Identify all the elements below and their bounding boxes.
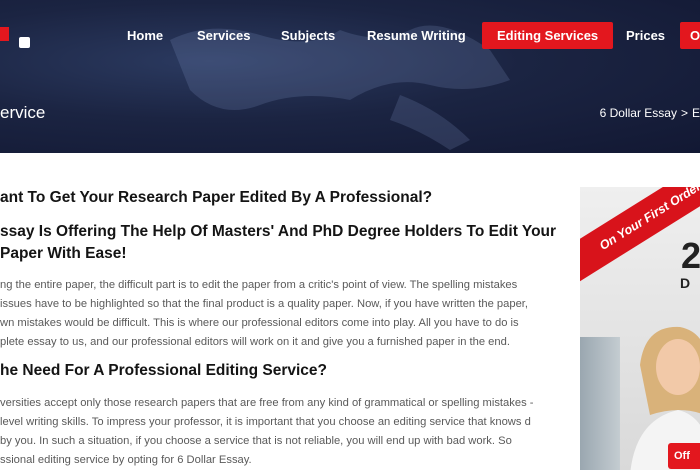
- logo-mark[interactable]: [0, 27, 9, 41]
- nav-home[interactable]: Home: [127, 22, 163, 49]
- section-heading-research-paper: ant To Get Your Research Paper Edited By…: [0, 189, 433, 206]
- paragraph-editing-intro: ng the entire paper, the difficult part …: [0, 279, 529, 348]
- breadcrumb: 6 Dollar Essay > E: [600, 106, 700, 120]
- nav-order-button[interactable]: O: [680, 22, 700, 49]
- discount-label: D: [680, 275, 691, 291]
- promo-offer-button[interactable]: Off: [668, 443, 700, 469]
- nav-prices[interactable]: Prices: [626, 22, 665, 49]
- breadcrumb-current: E: [691, 106, 700, 120]
- nav-subjects[interactable]: Subjects: [281, 22, 335, 49]
- section-heading-need-for-editing: he Need For A Professional Editing Servi…: [0, 362, 328, 379]
- discount-number: 2: [681, 235, 700, 276]
- site-header: Home Services Subjects Resume Writing Ed…: [0, 0, 700, 153]
- nav-resume-writing[interactable]: Resume Writing: [367, 22, 466, 49]
- page-title: ervice: [0, 103, 46, 122]
- breadcrumb-separator: >: [680, 106, 688, 120]
- promo-banner[interactable]: On Your First Order! 2 D Off: [580, 187, 700, 470]
- logo-dot-icon: [19, 37, 30, 48]
- nav-editing-services[interactable]: Editing Services: [482, 22, 614, 49]
- breadcrumb-home-link[interactable]: 6 Dollar Essay: [600, 106, 677, 120]
- paragraph-university-requirements: versities accept only those research pap…: [0, 397, 534, 466]
- section-heading-masters-phd: ssay Is Offering The Help Of Masters' An…: [0, 223, 557, 262]
- nav-services[interactable]: Services: [197, 22, 251, 49]
